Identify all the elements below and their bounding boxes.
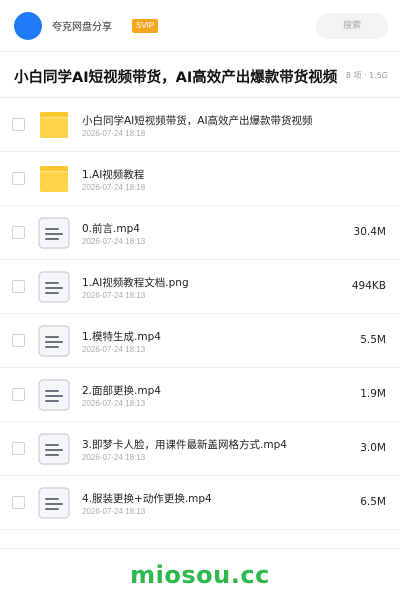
file-date: 2026-07-24 18:13: [82, 237, 146, 246]
file-name: 3.即梦卡人脸，用课件最新盖网格方式.mp4: [82, 439, 287, 451]
footer: miosou.cc: [0, 548, 400, 600]
row-checkbox[interactable]: [12, 388, 25, 401]
row-checkbox[interactable]: [12, 496, 25, 509]
file-date: 2026-07-24 18:13: [82, 345, 146, 354]
file-icon: [38, 217, 70, 249]
file-icon: [38, 487, 70, 519]
header: 夸克网盘分享 SVIP: [0, 0, 400, 52]
file-name: 0.前言.mp4: [82, 223, 140, 235]
file-date: 2026-07-24 18:18: [82, 183, 146, 192]
file-name: 小白同学AI短视频带货，AI高效产出爆款带货视频: [82, 115, 313, 127]
file-icon: [38, 325, 70, 357]
file-name: 4.服装更换+动作更换.mp4: [82, 493, 212, 505]
row-checkbox[interactable]: [12, 118, 25, 131]
file-row[interactable]: 2.面部更换.mp4 2026-07-24 18:13 1.9M: [0, 368, 400, 422]
file-name: 1.模特生成.mp4: [82, 331, 161, 343]
file-size: 30.4M: [353, 226, 386, 238]
file-row[interactable]: 0.前言.mp4 2026-07-24 18:13 30.4M: [0, 206, 400, 260]
folder-icon: [38, 163, 70, 195]
file-date: 2026-07-24 18:13: [82, 291, 146, 300]
file-list: 小白同学AI短视频带货，AI高效产出爆款带货视频 2026-07-24 18:18…: [0, 98, 400, 530]
folder-meta: 8 项 · 1.5G: [343, 70, 388, 81]
file-size: 5.5M: [360, 334, 386, 346]
search-input[interactable]: [316, 12, 388, 39]
svip-badge: SVIP: [132, 18, 159, 33]
file-row[interactable]: 4.服装更换+动作更换.mp4 2026-07-24 18:13 6.5M: [0, 476, 400, 530]
page-title: 小白同学AI短视频带货，AI高效产出爆款带货视频: [14, 70, 338, 86]
file-row[interactable]: 3.即梦卡人脸，用课件最新盖网格方式.mp4 2026-07-24 18:13 3.…: [0, 422, 400, 476]
file-row[interactable]: 1.模特生成.mp4 2026-07-24 18:13 5.5M: [0, 314, 400, 368]
file-date: 2026-07-24 18:18: [82, 129, 146, 138]
file-row[interactable]: 1.AI视频教程文档.png 2026-07-24 18:13 494KB: [0, 260, 400, 314]
file-icon: [38, 379, 70, 411]
file-name: 2.面部更换.mp4: [82, 385, 161, 397]
file-icon: [38, 271, 70, 303]
row-checkbox[interactable]: [12, 226, 25, 239]
file-name: 1.AI视频教程文档.png: [82, 277, 189, 289]
username: 夸克网盘分享: [52, 22, 112, 33]
row-checkbox[interactable]: [12, 442, 25, 455]
avatar[interactable]: [14, 11, 42, 40]
file-size: 494KB: [351, 280, 386, 292]
watermark: miosou.cc: [130, 560, 270, 589]
file-icon: [38, 433, 70, 465]
file-date: 2026-07-24 18:13: [82, 507, 146, 516]
file-size: 3.0M: [360, 442, 386, 454]
file-date: 2026-07-24 18:13: [82, 399, 146, 408]
row-checkbox[interactable]: [12, 334, 25, 347]
folder-title-row: 小白同学AI短视频带货，AI高效产出爆款带货视频 8 项 · 1.5G: [0, 52, 400, 98]
file-size: 1.9M: [360, 388, 386, 400]
folder-row[interactable]: 小白同学AI短视频带货，AI高效产出爆款带货视频 2026-07-24 18:18: [0, 98, 400, 152]
folder-row[interactable]: 1.AI视频教程 2026-07-24 18:18: [0, 152, 400, 206]
file-date: 2026-07-24 18:13: [82, 453, 146, 462]
file-size: 6.5M: [360, 496, 386, 508]
file-name: 1.AI视频教程: [82, 169, 145, 181]
folder-icon: [38, 109, 70, 141]
quark-share-page: 夸克网盘分享 SVIP 小白同学AI短视频带货，AI高效产出爆款带货视频 8 项…: [0, 0, 400, 600]
row-checkbox[interactable]: [12, 280, 25, 293]
row-checkbox[interactable]: [12, 172, 25, 185]
